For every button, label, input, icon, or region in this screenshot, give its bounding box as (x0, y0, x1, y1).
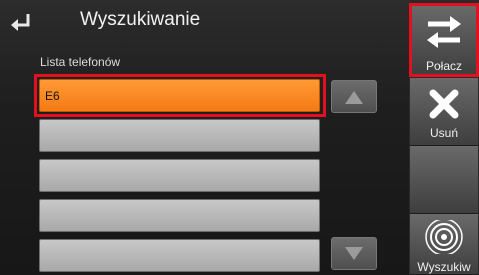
main-panel: Wyszukiwanie Lista telefonów E6 (0, 0, 409, 275)
back-arrow-icon[interactable] (8, 10, 36, 36)
triangle-down-icon (345, 247, 363, 260)
scroll-down-button[interactable] (331, 237, 377, 270)
highlight-box (409, 3, 479, 77)
x-icon (429, 89, 459, 119)
signal-rings-icon (425, 220, 463, 254)
list-item[interactable] (39, 239, 320, 272)
delete-label: Usuń (429, 126, 458, 140)
search-button[interactable]: Wyszukiw (410, 214, 478, 275)
delete-button[interactable]: Usuń (410, 78, 478, 146)
page-title: Wyszukiwanie (80, 9, 201, 30)
scroll-up-button[interactable] (331, 80, 377, 113)
search-label: Wyszukiw (417, 260, 471, 274)
list-item[interactable] (39, 199, 320, 232)
empty-side-slot (410, 146, 478, 214)
list-item[interactable] (39, 159, 320, 192)
list-label: Lista telefonów (40, 55, 121, 69)
title-bar: Wyszukiwanie (0, 0, 409, 46)
highlight-box (34, 74, 326, 117)
sidebar: Połacz Usuń Wyszukiw (409, 0, 479, 275)
list-item[interactable] (39, 119, 320, 152)
triangle-up-icon (345, 91, 363, 104)
